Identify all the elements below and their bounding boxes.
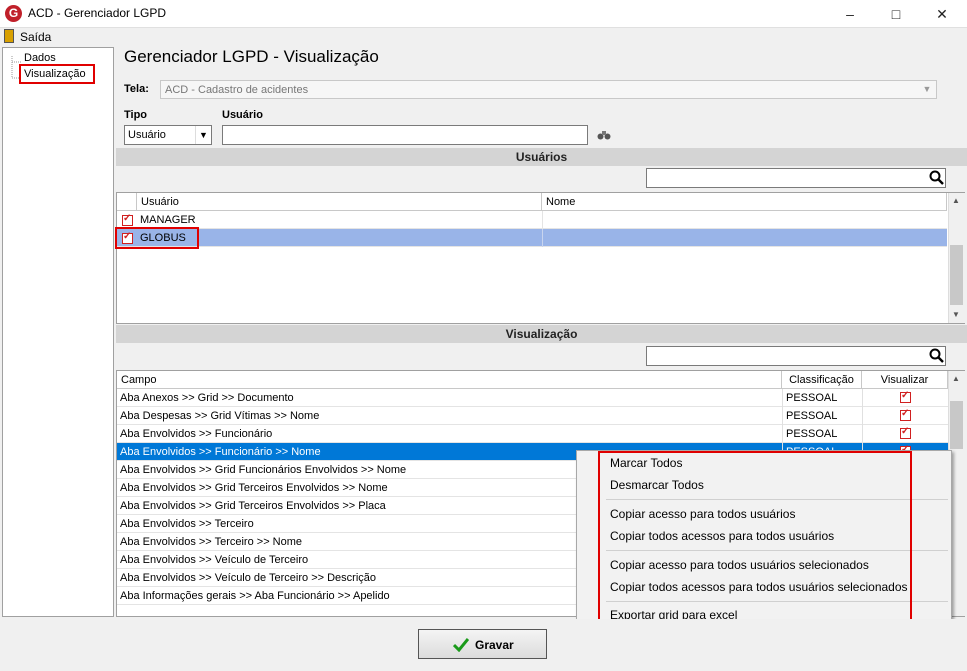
minimize-button[interactable]: – [827,0,873,28]
cell-divider [862,407,863,425]
table-row[interactable] [117,211,947,229]
campo-cell: Aba Envolvidos >> Funcionário >> Nome [120,446,321,458]
usuario-input[interactable] [222,125,588,145]
navigation-tree [2,47,114,617]
row-checkbox[interactable] [122,213,133,226]
scroll-thumb[interactable] [950,401,963,449]
campo-cell: Aba Anexos >> Grid >> Documento [120,392,294,404]
campo-cell: Aba Envolvidos >> Grid Terceiros Envolvi… [120,500,386,512]
scroll-up-icon[interactable]: ▲ [952,374,960,383]
campo-cell: Aba Envolvidos >> Terceiro >> Nome [120,536,303,548]
campo-cell: Aba Informações gerais >> Aba Funcionári… [120,590,390,602]
usuario-cell: MANAGER [140,214,196,226]
users-search-input[interactable] [646,168,946,188]
grid-corner [117,193,137,211]
users-grid: Usuário Nome MANAGER GLOBUS ▲ ▼ [116,192,965,324]
tela-label: Tela: [124,83,149,95]
cell-divider [542,229,543,247]
row-highlight-box [115,227,199,249]
close-button[interactable]: ✕ [919,0,965,28]
tipo-label: Tipo [124,109,148,121]
campo-cell: Aba Envolvidos >> Grid Terceiros Envolvi… [120,482,388,494]
menu-bar [0,28,967,45]
binoculars-icon[interactable] [597,130,611,140]
page-title: Gerenciador LGPD - Visualização [124,47,379,66]
exit-door-icon[interactable] [4,29,14,43]
gravar-label: Gravar [475,638,514,652]
checkmark-icon [453,638,469,652]
tree-item-dados[interactable]: Dados [24,52,56,64]
visualizar-checkbox[interactable] [900,390,911,403]
classificacao-cell: PESSOAL [786,392,838,404]
campo-cell: Aba Envolvidos >> Funcionário [120,428,273,440]
exit-menu-item[interactable]: Saída [20,30,51,44]
chevron-down-icon[interactable]: ▼ [195,126,211,144]
context-menu-highlight-box [598,451,912,625]
campo-cell: Aba Envolvidos >> Veículo de Terceiro [120,554,309,566]
visualizacao-search-input[interactable] [646,346,946,366]
cell-divider [542,211,543,229]
usuario-label: Usuário [222,109,263,121]
column-header-campo[interactable]: Campo [117,371,782,389]
window-title: ACD - Gerenciador LGPD [28,6,167,20]
maximize-button[interactable]: □ [873,0,919,28]
classificacao-cell: PESSOAL [786,428,838,440]
campo-cell: Aba Despesas >> Grid Vítimas >> Nome [120,410,320,422]
campo-cell: Aba Envolvidos >> Veículo de Terceiro >>… [120,572,377,584]
scroll-up-icon[interactable]: ▲ [952,196,960,205]
cell-divider [782,425,783,443]
visualizar-checkbox[interactable] [900,408,911,421]
scroll-down-icon[interactable]: ▼ [952,310,960,319]
column-header-usuario[interactable]: Usuário [137,193,542,211]
gravar-button[interactable]: Gravar [418,629,547,659]
tree-selection-highlight [19,64,95,84]
tela-combobox[interactable]: ACD - Cadastro de acidentes [160,80,937,99]
campo-cell: Aba Envolvidos >> Grid Funcionários Envo… [120,464,407,476]
column-header-nome[interactable]: Nome [542,193,947,211]
cell-divider [782,389,783,407]
table-row-selected[interactable] [117,229,947,247]
column-header-visualizar[interactable]: Visualizar [862,371,948,389]
cell-divider [782,407,783,425]
app-logo: G [5,5,22,22]
search-icon[interactable] [929,170,945,186]
chevron-down-icon[interactable]: ▼ [918,81,936,98]
cell-divider [862,425,863,443]
visualizacao-section-header: Visualização [116,325,967,343]
visualizar-checkbox[interactable] [900,426,911,439]
search-icon[interactable] [929,348,945,364]
column-header-classificacao[interactable]: Classificação [782,371,862,389]
campo-cell: Aba Envolvidos >> Terceiro [120,518,254,530]
scroll-thumb[interactable] [950,245,963,305]
classificacao-cell: PESSOAL [786,410,838,422]
cell-divider [862,389,863,407]
users-section-header: Usuários [116,148,967,166]
